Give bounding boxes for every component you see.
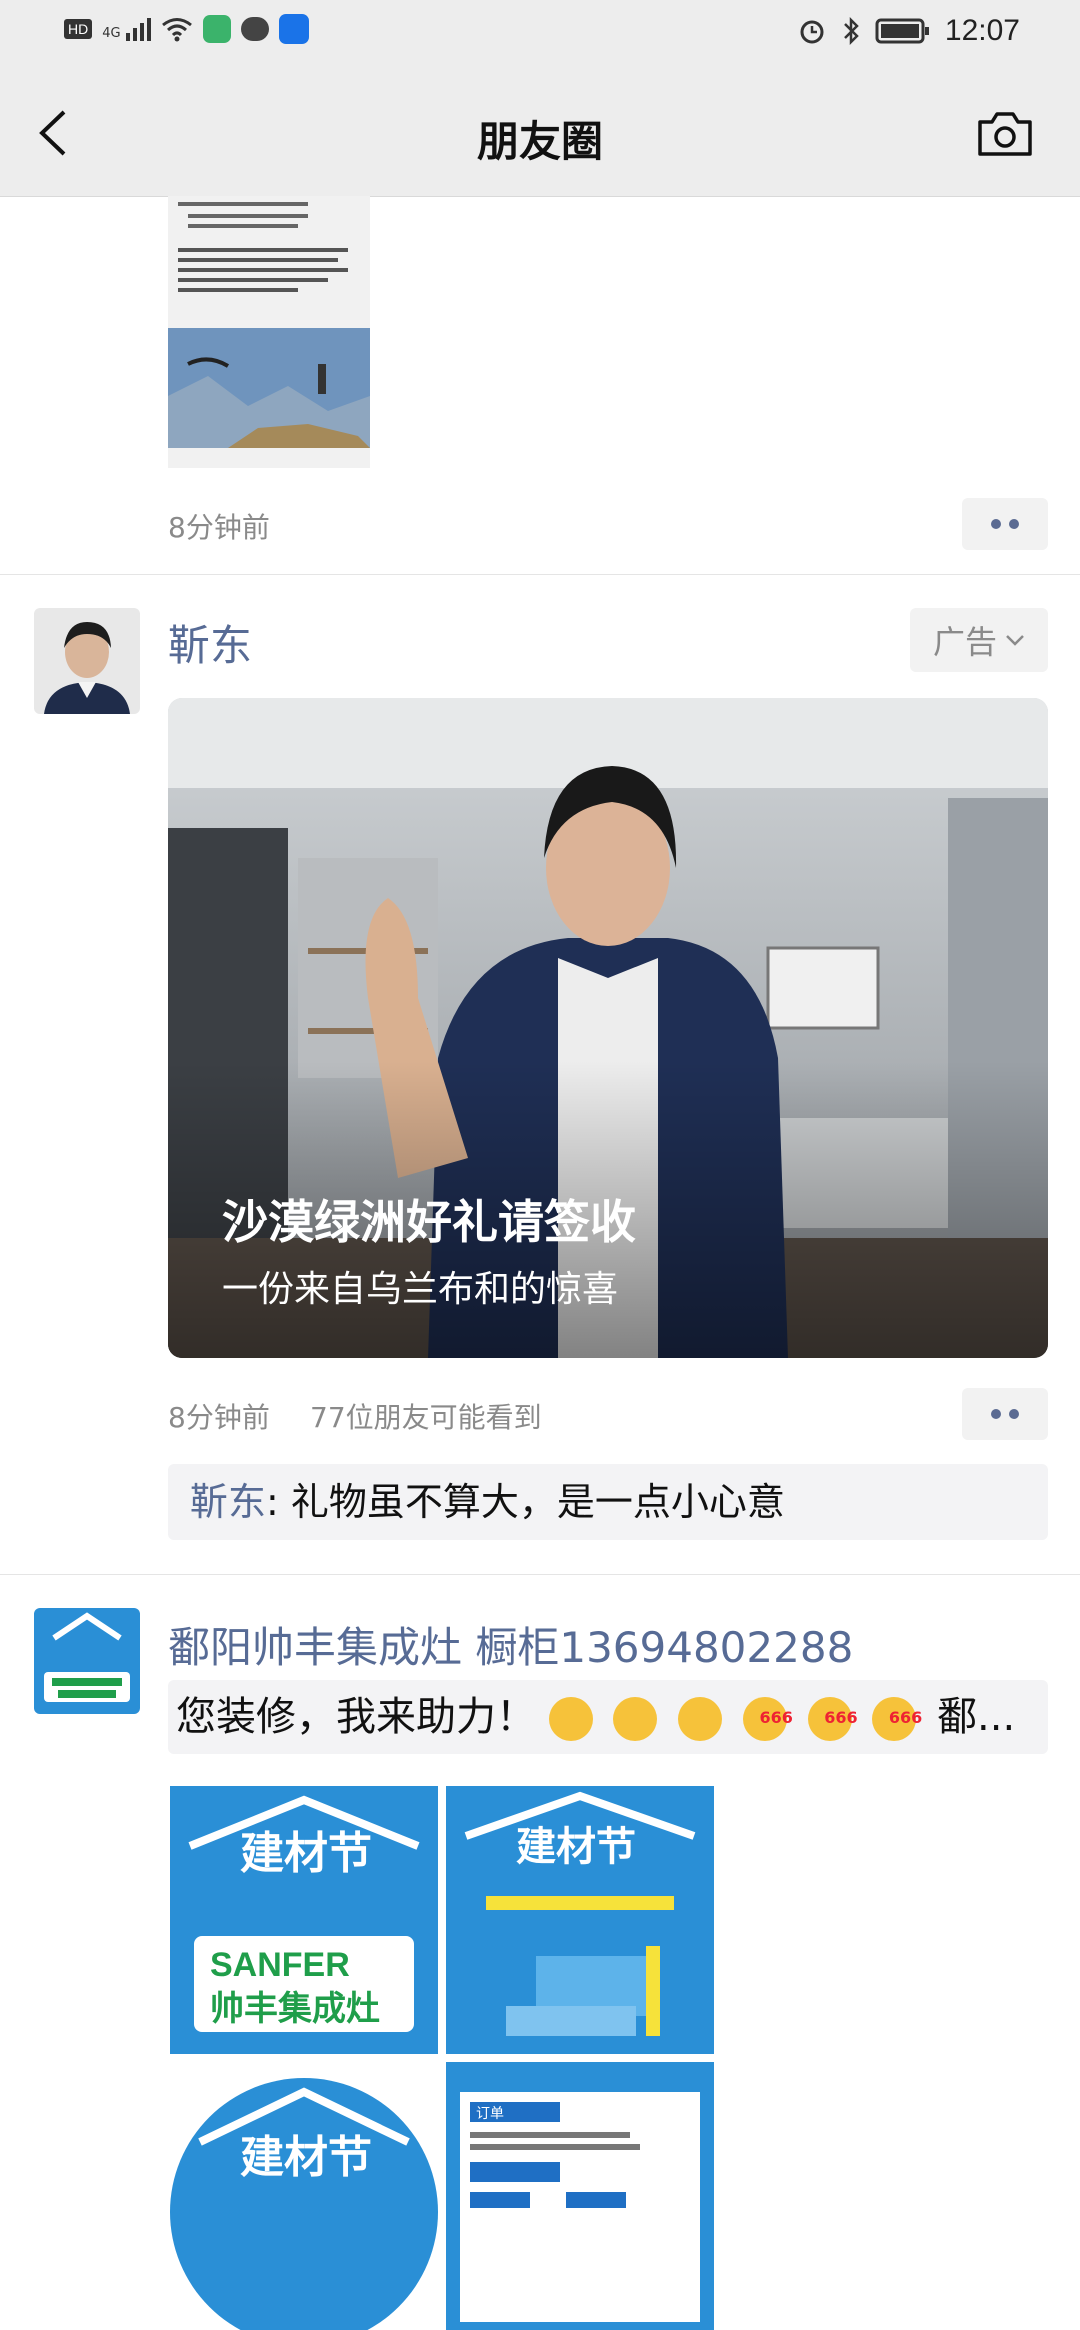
signal-4g-icon: 4G <box>102 17 151 41</box>
post-divider <box>0 1574 1080 1575</box>
app-notification-icon <box>202 15 231 43</box>
brand-cn: 帅丰集成灶 <box>210 1989 380 2029</box>
ad-headline: 沙漠绿洲好礼请签收 <box>222 1195 636 1249</box>
post-divider <box>0 574 1080 575</box>
comment[interactable]: 靳东: 礼物虽不算大，是一点小心意 <box>168 1464 1048 1540</box>
post-image[interactable] <box>168 196 370 468</box>
alarm-icon <box>800 20 824 44</box>
grid-title: 订单 <box>476 2106 504 2122</box>
grid-image[interactable]: 订单 <box>446 2062 714 2330</box>
comment-author[interactable]: 靳东 <box>190 1480 266 1524</box>
brand-en: SANFER <box>210 1946 350 1984</box>
grid-title: 建材节 <box>240 2132 372 2183</box>
avatar[interactable] <box>34 608 140 714</box>
clock: 12:07 <box>944 14 1020 47</box>
fist-emoji-icon <box>548 1697 593 1741</box>
post-author[interactable]: 鄱阳帅丰集成灶 橱柜13694802288 <box>168 1614 853 1675</box>
more-dots-icon[interactable] <box>962 1388 1048 1440</box>
chat-bubble-icon <box>240 17 269 41</box>
battery-icon <box>875 18 929 44</box>
grid-image[interactable]: 建材节 <box>170 2062 438 2330</box>
bulb-app-icon <box>278 14 309 44</box>
hd-icon: HD <box>64 19 93 39</box>
bluetooth-icon <box>844 16 859 46</box>
ad-reach: 77位朋友可能看到 <box>310 1401 542 1434</box>
ad-image[interactable]: 沙漠绿洲好礼请签收 一份来自乌兰布和的惊喜 <box>168 698 1048 1358</box>
grid-title: 建材节 <box>240 1828 372 1879</box>
fist-emoji-icon <box>613 1697 658 1741</box>
chevron-down-icon <box>1006 635 1024 646</box>
grid-image[interactable]: 建材节 SANFER 帅丰集成灶 <box>170 1786 438 2054</box>
more-dots-icon[interactable] <box>962 498 1048 550</box>
ad-shade <box>168 698 1048 1358</box>
post-text-start: 您装修，我来助力！ <box>176 1694 536 1740</box>
article-preview-image <box>168 196 370 468</box>
avatar[interactable] <box>34 1608 140 1714</box>
status-left: HD 4G <box>64 14 309 44</box>
post-time: 8分钟前 <box>168 1401 270 1434</box>
nav-bar: 朋友圈 <box>0 66 1080 197</box>
status-right: 12:07 <box>797 14 1020 48</box>
camera-icon[interactable] <box>976 108 1034 158</box>
post-time: 8分钟前 <box>168 511 270 544</box>
post-author[interactable]: 靳东 <box>168 612 252 673</box>
grid-title: 建材节 <box>516 1824 636 1870</box>
post-text: 您装修，我来助力！ 鄱... <box>168 1680 1048 1754</box>
ad-label-button[interactable]: 广告 <box>910 608 1048 672</box>
666-emoji-icon <box>742 1681 793 1754</box>
status-bar: HD 4G 12:07 <box>0 0 1080 66</box>
666-emoji-icon <box>872 1681 922 1754</box>
post-text-end: 鄱... <box>937 1694 1016 1740</box>
grid-image[interactable]: 建材节 <box>446 1786 714 2054</box>
comment-text: : 礼物虽不算大，是一点小心意 <box>266 1480 785 1524</box>
666-emoji-icon <box>807 1681 858 1754</box>
fist-emoji-icon <box>678 1697 723 1741</box>
page-title: 朋友圈 <box>476 117 603 166</box>
wifi-icon <box>161 18 192 42</box>
ad-subtitle: 一份来自乌兰布和的惊喜 <box>222 1269 619 1310</box>
ad-label: 广告 <box>932 623 997 661</box>
